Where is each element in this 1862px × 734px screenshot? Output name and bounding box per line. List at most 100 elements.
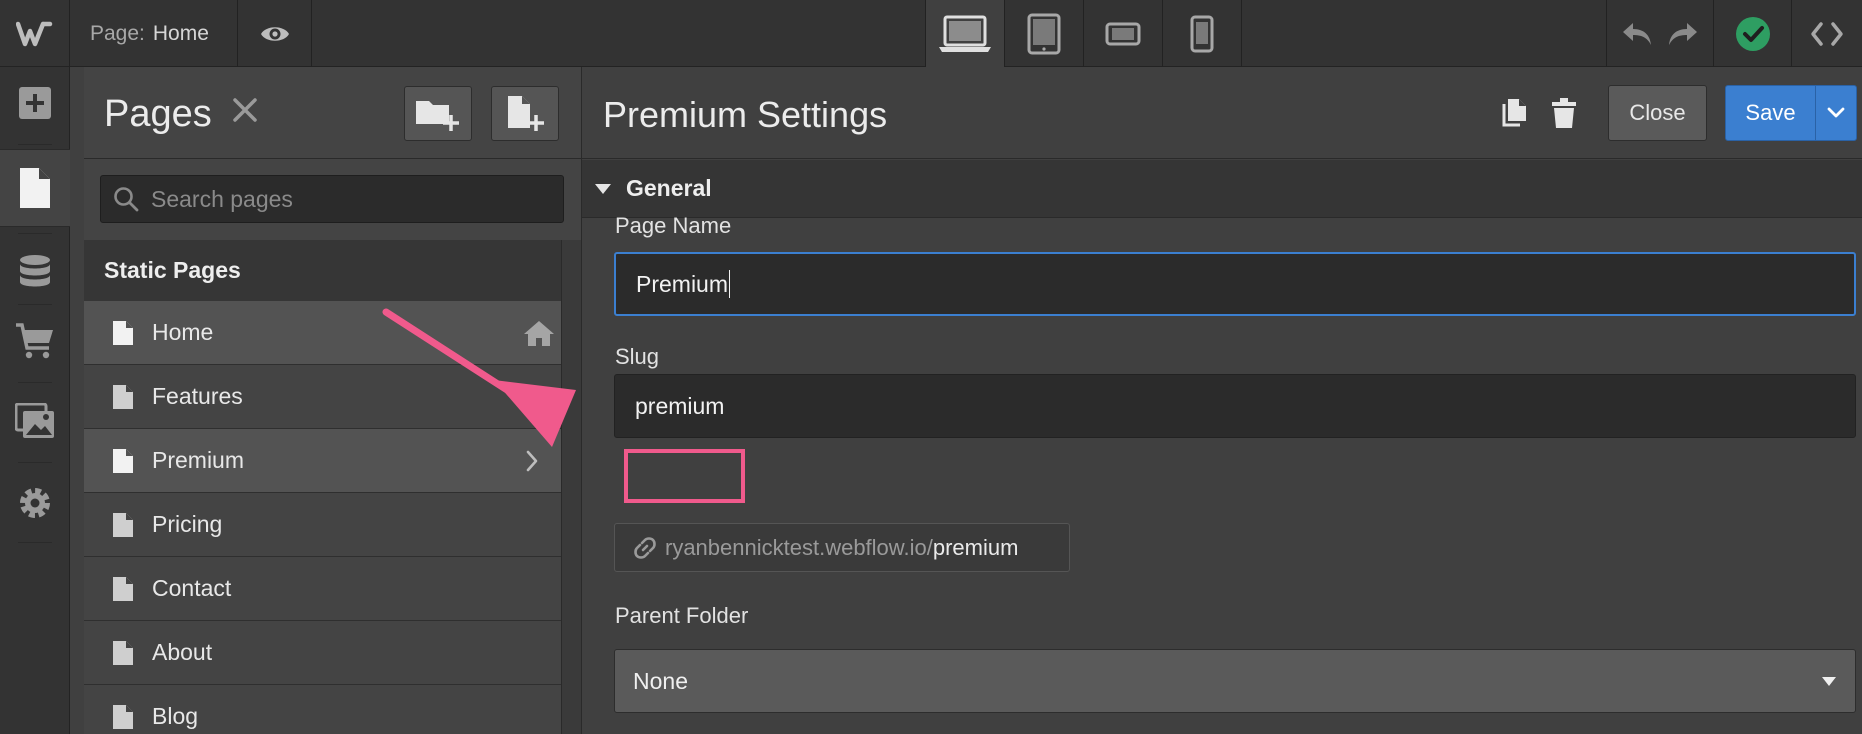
chevron-right-icon	[526, 450, 538, 472]
pages-button[interactable]	[0, 149, 70, 227]
page-name-input[interactable]: Premium	[614, 252, 1856, 316]
cart-icon	[16, 323, 53, 359]
parent-folder-select[interactable]: None	[614, 649, 1856, 713]
page-key-label: Page:	[90, 21, 145, 45]
phone-landscape-icon	[1105, 22, 1141, 45]
page-name-value: Premium	[636, 270, 729, 297]
page-url-link[interactable]: ryanbennicktest.webflow.io/premium	[614, 523, 1070, 572]
parent-folder-value: None	[633, 667, 688, 694]
page-row-label: Pricing	[152, 511, 223, 537]
page-row-label: Features	[152, 383, 243, 409]
static-pages-header: Static Pages	[84, 240, 561, 301]
url-slug: premium	[932, 534, 1019, 560]
pages-panel-title: Pages	[104, 93, 212, 135]
page-settings-chevron[interactable]	[525, 429, 539, 493]
new-page-button[interactable]	[491, 86, 559, 141]
search-pages-input[interactable]: Search pages	[100, 175, 564, 223]
ecommerce-button[interactable]	[0, 305, 70, 377]
desktop-breakpoint-button[interactable]	[926, 0, 1005, 67]
code-export-button[interactable]	[1792, 0, 1862, 67]
url-base: ryanbennicktest.webflow.io/	[665, 534, 933, 560]
slug-highlight-box	[624, 449, 745, 503]
caret-down-icon	[1822, 677, 1836, 686]
publish-status[interactable]	[1714, 0, 1792, 67]
current-page-indicator[interactable]: Page: Home	[70, 0, 238, 67]
page-plus-icon	[508, 95, 544, 131]
page-icon	[20, 168, 50, 208]
top-bar: Page: Home	[0, 0, 1862, 67]
preview-button[interactable]	[238, 0, 312, 67]
settings-button[interactable]	[0, 467, 70, 539]
parent-folder-label: Parent Folder	[615, 603, 749, 628]
breakpoint-switcher	[925, 0, 1242, 67]
redo-icon[interactable]	[1667, 21, 1699, 47]
tablet-icon	[1027, 13, 1061, 54]
page-icon	[113, 384, 133, 409]
page-row-pricing[interactable]: Pricing	[84, 493, 561, 557]
laptop-icon	[939, 15, 991, 52]
page-row-label: Home	[152, 319, 214, 345]
page-icon	[113, 640, 133, 665]
page-row-label: Premium	[152, 447, 245, 473]
settings-header: Premium Settings Close Save	[582, 67, 1862, 159]
close-button[interactable]: Close	[1608, 85, 1707, 141]
page-row-label: Contact	[152, 575, 232, 601]
page-row-contact[interactable]: Contact	[84, 557, 561, 621]
webflow-logo-icon[interactable]	[0, 0, 70, 67]
search-placeholder: Search pages	[151, 185, 293, 212]
search-icon	[114, 187, 139, 212]
pages-scrollbar[interactable]	[561, 240, 581, 734]
add-elements-button[interactable]	[0, 67, 70, 139]
new-folder-button[interactable]	[404, 86, 472, 141]
page-row-label: About	[152, 639, 213, 665]
assets-button[interactable]	[0, 385, 70, 457]
page-row-features[interactable]: Features	[84, 365, 561, 429]
left-toolbar	[0, 67, 70, 734]
page-row-blog[interactable]: Blog	[84, 685, 561, 734]
page-icon	[113, 320, 133, 345]
checkmark-circle-icon	[1735, 16, 1770, 51]
history-controls	[1606, 0, 1714, 67]
eye-icon	[260, 26, 289, 41]
close-pages-panel-button[interactable]	[232, 97, 258, 123]
tablet-breakpoint-button[interactable]	[1005, 0, 1084, 67]
text-caret	[729, 270, 731, 298]
save-options-dropdown[interactable]	[1816, 86, 1856, 140]
database-icon	[20, 255, 50, 287]
home-icon	[524, 321, 554, 346]
mobile-landscape-breakpoint-button[interactable]	[1084, 0, 1163, 67]
caret-down-icon	[595, 183, 611, 194]
pages-panel-header: Pages	[84, 67, 581, 159]
link-icon	[634, 536, 656, 559]
cms-button[interactable]	[0, 237, 70, 309]
general-section-title: General	[626, 175, 712, 201]
chevron-down-icon	[1827, 107, 1845, 118]
page-row-about[interactable]: About	[84, 621, 561, 685]
save-button[interactable]: Save	[1726, 86, 1816, 140]
gear-icon	[20, 488, 50, 518]
slug-input[interactable]: premium	[614, 374, 1856, 438]
page-name-label: Page Name	[615, 213, 732, 238]
trash-icon	[1552, 98, 1576, 128]
delete-page-button[interactable]	[1551, 97, 1577, 129]
general-section-toggle[interactable]: General	[582, 160, 1862, 218]
slug-value: premium	[635, 392, 725, 419]
page-row-label: Blog	[152, 703, 199, 729]
duplicate-page-button[interactable]	[1499, 98, 1527, 128]
page-settings-panel: Premium Settings Close Save General Page…	[581, 67, 1862, 734]
save-button-group: Save	[1725, 85, 1857, 141]
slug-label: Slug	[615, 344, 660, 369]
code-brackets-icon	[1811, 21, 1843, 46]
page-row-premium[interactable]: Premium	[84, 429, 561, 493]
page-row-home[interactable]: Home	[84, 301, 561, 365]
pages-list: Home Features Premium Pricing Contact Ab…	[84, 301, 561, 734]
home-page-indicator	[523, 301, 555, 365]
undo-icon[interactable]	[1621, 21, 1653, 47]
close-icon	[233, 98, 257, 122]
page-icon	[113, 512, 133, 537]
phone-portrait-icon	[1190, 15, 1214, 52]
images-icon	[15, 403, 54, 438]
settings-title: Premium Settings	[603, 94, 888, 135]
mobile-portrait-breakpoint-button[interactable]	[1163, 0, 1242, 67]
page-icon	[113, 576, 133, 601]
